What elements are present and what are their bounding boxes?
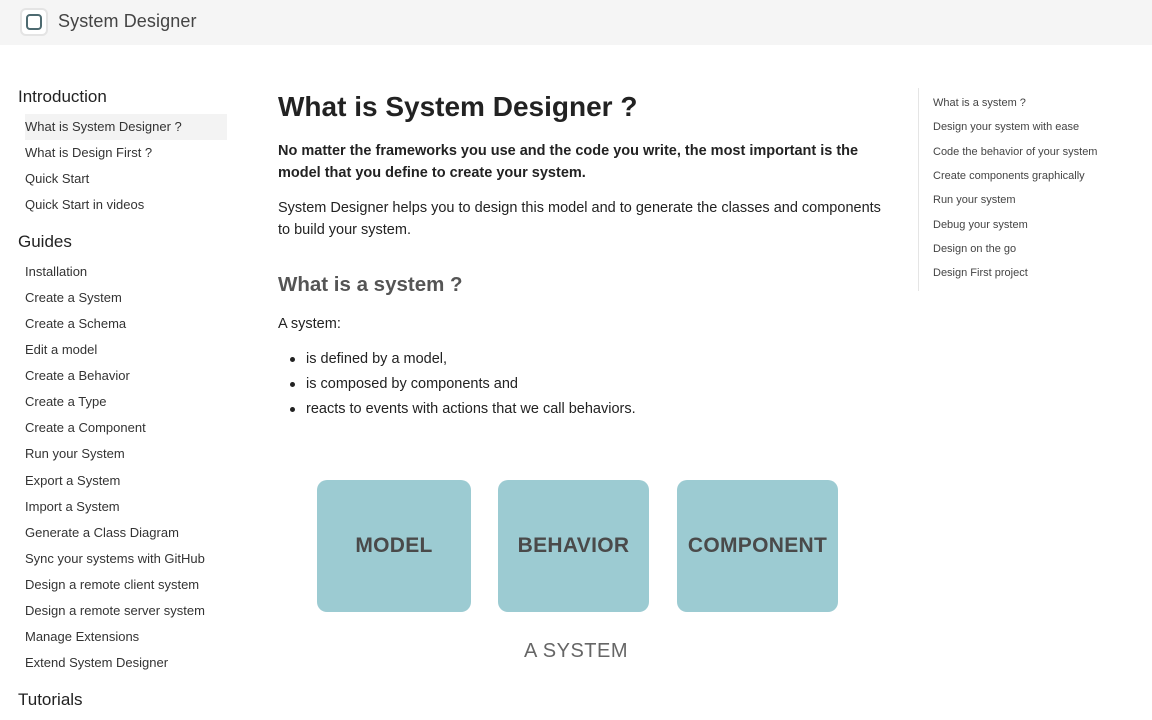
page-title: What is System Designer ? <box>278 91 638 122</box>
toc-item-design-on-the-go[interactable]: Design on the go <box>933 243 1016 255</box>
sidebar-item-create-type[interactable]: Create a Type <box>25 389 227 415</box>
sidebar-item-quick-start-videos[interactable]: Quick Start in videos <box>25 192 227 218</box>
system-intro-text: A system: <box>278 316 341 332</box>
sidebar-item-import-system[interactable]: Import a System <box>25 494 227 520</box>
intro-paragraph: System Designer helps you to design this… <box>278 200 881 238</box>
sidebar-item-generate-class-diagram[interactable]: Generate a Class Diagram <box>25 520 227 546</box>
list-item: is defined by a model, <box>288 347 636 372</box>
sidebar-item-create-system[interactable]: Create a System <box>25 285 227 311</box>
table-of-contents: What is a system ? Design your system wi… <box>918 88 1138 291</box>
system-bullet-list: is defined by a model, is composed by co… <box>288 347 636 422</box>
sidebar-item-edit-model[interactable]: Edit a model <box>25 337 227 363</box>
sidebar-item-what-is-design-first[interactable]: What is Design First ? <box>25 140 227 166</box>
sidebar-item-quick-start[interactable]: Quick Start <box>25 166 227 192</box>
toc-item-code-behavior[interactable]: Code the behavior of your system <box>933 146 1097 158</box>
diagram-label-component: COMPONENT <box>687 534 828 557</box>
sidebar-nav: Introduction What is System Designer ? W… <box>0 45 240 720</box>
diagram-box-model: MODEL <box>317 480 471 612</box>
sidebar-section-guides: Guides <box>18 232 72 251</box>
sidebar-item-what-is-system-designer[interactable]: What is System Designer ? <box>25 114 227 140</box>
diagram-box-component: COMPONENT <box>677 480 838 612</box>
sidebar-item-create-component[interactable]: Create a Component <box>25 415 227 441</box>
sidebar-item-sync-github[interactable]: Sync your systems with GitHub <box>25 546 227 572</box>
toc-item-create-components[interactable]: Create components graphically <box>933 170 1085 182</box>
diagram-caption: A SYSTEM <box>523 640 629 662</box>
toc-item-design-with-ease[interactable]: Design your system with ease <box>933 121 1079 133</box>
diagram-label-model: MODEL <box>355 534 433 557</box>
diagram-label-behavior: BEHAVIOR <box>517 534 630 557</box>
sidebar-item-run-system[interactable]: Run your System <box>25 441 227 467</box>
brand-title[interactable]: System Designer <box>58 11 197 32</box>
sidebar-item-remote-client[interactable]: Design a remote client system <box>25 572 227 598</box>
sidebar-section-introduction: Introduction <box>18 87 107 106</box>
sidebar-item-create-behavior[interactable]: Create a Behavior <box>25 363 227 389</box>
toc-item-what-is-a-system[interactable]: What is a system ? <box>933 97 1026 109</box>
toc-item-debug-system[interactable]: Debug your system <box>933 219 1028 231</box>
square-logo-icon[interactable] <box>20 8 48 36</box>
lead-paragraph: No matter the frameworks you use and the… <box>278 143 859 181</box>
sidebar-item-export-system[interactable]: Export a System <box>25 468 227 494</box>
section-heading-what-is-a-system: What is a system ? <box>278 273 463 296</box>
diagram-box-behavior: BEHAVIOR <box>498 480 649 612</box>
sidebar-item-installation[interactable]: Installation <box>25 259 227 285</box>
top-bar: System Designer <box>0 0 1152 45</box>
list-item: is composed by components and <box>288 372 636 397</box>
toc-item-run-system[interactable]: Run your system <box>933 194 1016 206</box>
sidebar-item-remote-server[interactable]: Design a remote server system <box>25 598 227 624</box>
sidebar-item-create-schema[interactable]: Create a Schema <box>25 311 227 337</box>
toc-item-design-first-project[interactable]: Design First project <box>933 267 1028 279</box>
list-item: reacts to events with actions that we ca… <box>288 397 636 422</box>
sidebar-section-tutorials: Tutorials <box>18 690 83 709</box>
